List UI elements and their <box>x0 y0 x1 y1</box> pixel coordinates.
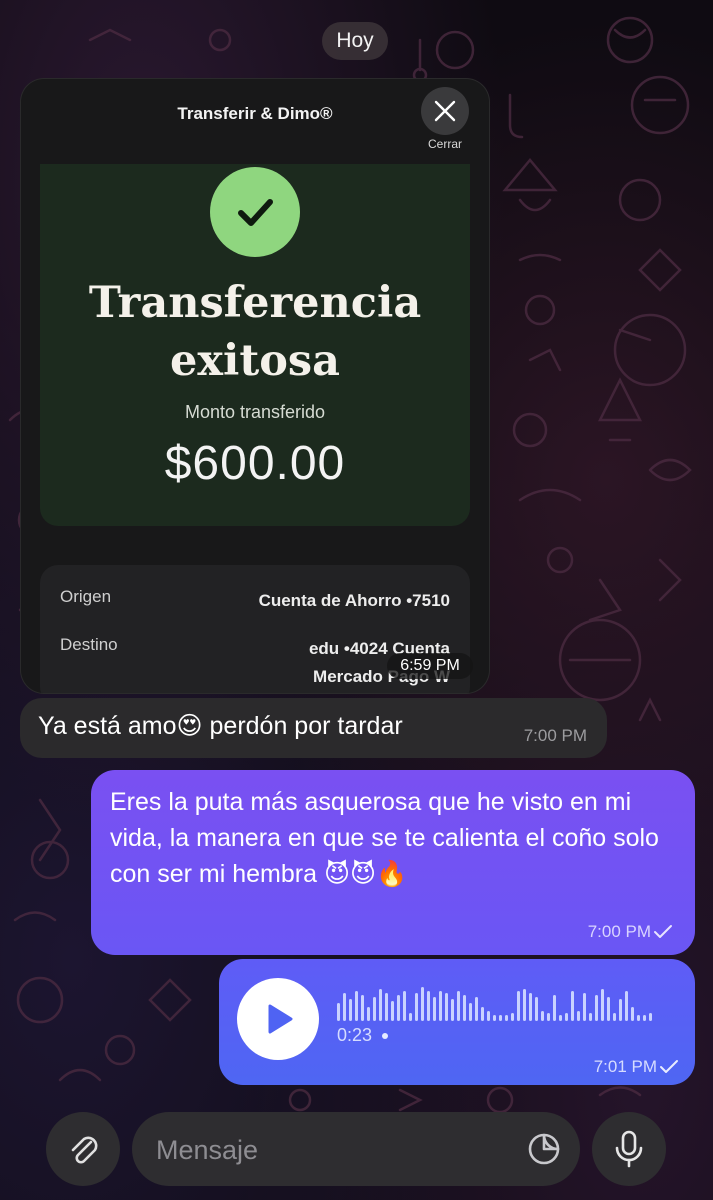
waveform-bar <box>337 1003 340 1021</box>
waveform-bar <box>517 991 520 1021</box>
message-field[interactable] <box>132 1112 580 1188</box>
sticker-button[interactable] <box>524 1129 564 1169</box>
waveform-bar <box>583 993 586 1021</box>
date-separator: Hoy <box>322 22 388 60</box>
waveform-bar <box>589 1013 592 1021</box>
incoming-message[interactable]: Ya está amo😍 perdón por tardar 7:00 PM <box>20 698 607 758</box>
waveform-bar <box>379 989 382 1021</box>
attach-button[interactable] <box>46 1112 120 1186</box>
success-panel: Transferencia exitosa Monto transferido … <box>40 164 470 526</box>
waveform-bar <box>601 989 604 1021</box>
transfer-status-line1: Transferencia <box>88 278 422 328</box>
voice-duration: 0:23 <box>337 1025 389 1046</box>
waveform-bar <box>349 999 352 1021</box>
waveform-bar <box>571 991 574 1021</box>
waveform-bar <box>643 1015 646 1021</box>
waveform-bar <box>529 993 532 1021</box>
waveform-bar <box>523 989 526 1021</box>
waveform-bar <box>445 993 448 1021</box>
outgoing-message-time: 7:00 PM <box>587 922 651 941</box>
transfer-status-title: Transferencia exitosa <box>40 274 470 390</box>
image-message[interactable]: Transferir & Dimo® Cerrar Transferencia … <box>20 78 490 694</box>
waveform-bar <box>433 997 436 1021</box>
waveform-bar <box>391 1001 394 1021</box>
voice-message[interactable]: 0:23 7:01 PM <box>219 959 695 1085</box>
waveform-bar <box>475 997 478 1021</box>
waveform-bar <box>421 987 424 1021</box>
waveform-bar <box>619 999 622 1021</box>
waveform-bar <box>487 1011 490 1021</box>
receipt-app-title: Transferir & Dimo® <box>177 104 333 123</box>
waveform-bar <box>373 997 376 1021</box>
close-icon <box>434 100 456 122</box>
origin-value: Cuenta de Ahorro •7510 <box>258 591 450 610</box>
waveform-bar <box>361 995 364 1021</box>
waveform-bar <box>481 1007 484 1021</box>
play-icon <box>268 1004 293 1034</box>
waveform-bar <box>367 1007 370 1021</box>
destination-label: Destino <box>60 635 118 654</box>
waveform-bar <box>463 995 466 1021</box>
waveform-bar <box>355 991 358 1021</box>
image-message-time: 6:59 PM <box>387 653 473 679</box>
waveform-bar <box>343 993 346 1021</box>
waveform-bar <box>499 1015 502 1021</box>
waveform-bar <box>637 1015 640 1021</box>
waveform-bar <box>577 1011 580 1021</box>
unplayed-dot <box>382 1032 389 1039</box>
waveform-bar <box>541 1011 544 1021</box>
success-check-icon <box>210 167 300 257</box>
waveform-bar <box>511 1013 514 1021</box>
waveform-bar <box>493 1015 496 1021</box>
waveform-bar <box>649 1013 652 1021</box>
paperclip-icon <box>71 1136 98 1164</box>
waveform-bar <box>457 991 460 1021</box>
waveform-bar <box>409 1013 412 1021</box>
origin-label: Origen <box>60 587 112 606</box>
voice-duration-text: 0:23 <box>337 1025 373 1045</box>
waveform-bar <box>451 999 454 1021</box>
waveform-bar <box>559 1015 562 1021</box>
read-check-icon <box>654 925 672 938</box>
waveform-bar <box>553 995 556 1021</box>
voice-message-meta: 7:01 PM <box>594 1057 679 1077</box>
close-button <box>421 87 469 135</box>
waveform-bar <box>403 991 406 1021</box>
outgoing-message-text: Eres la puta más asquerosa que he visto … <box>110 788 659 888</box>
waveform-bar <box>427 991 430 1021</box>
date-separator-label: Hoy <box>336 29 374 52</box>
message-input[interactable] <box>154 1112 528 1188</box>
waveform-bar <box>607 997 610 1021</box>
amount-label: Monto transferido <box>184 402 326 422</box>
play-button[interactable] <box>237 978 319 1060</box>
waveform-bar <box>439 991 442 1021</box>
waveform-bar <box>547 1013 550 1021</box>
transfer-status-line2: exitosa <box>170 336 340 386</box>
incoming-message-text: Ya está amo😍 perdón por tardar <box>38 712 403 740</box>
voice-message-time: 7:01 PM <box>593 1057 657 1076</box>
waveform-bar <box>565 1013 568 1021</box>
waveform-bar <box>625 991 628 1021</box>
incoming-message-time: 7:00 PM <box>523 726 587 745</box>
waveform-bar <box>385 993 388 1021</box>
waveform-bar <box>469 1003 472 1021</box>
outgoing-message[interactable]: Eres la puta más asquerosa que he visto … <box>91 770 695 955</box>
outgoing-message-meta: 7:00 PM <box>588 922 673 942</box>
sticker-icon <box>528 1133 560 1165</box>
microphone-button[interactable] <box>592 1112 666 1186</box>
read-check-icon <box>660 1060 678 1073</box>
voice-waveform[interactable] <box>337 987 667 1021</box>
microphone-icon <box>615 1130 643 1168</box>
close-label: Cerrar <box>427 137 462 151</box>
waveform-bar <box>613 1013 616 1021</box>
waveform-bar <box>415 993 418 1021</box>
waveform-bar <box>595 995 598 1021</box>
waveform-bar <box>397 995 400 1021</box>
waveform-bar <box>631 1007 634 1021</box>
waveform-bar <box>535 997 538 1021</box>
amount-value: $600.00 <box>164 437 346 490</box>
waveform-bar <box>505 1015 508 1021</box>
